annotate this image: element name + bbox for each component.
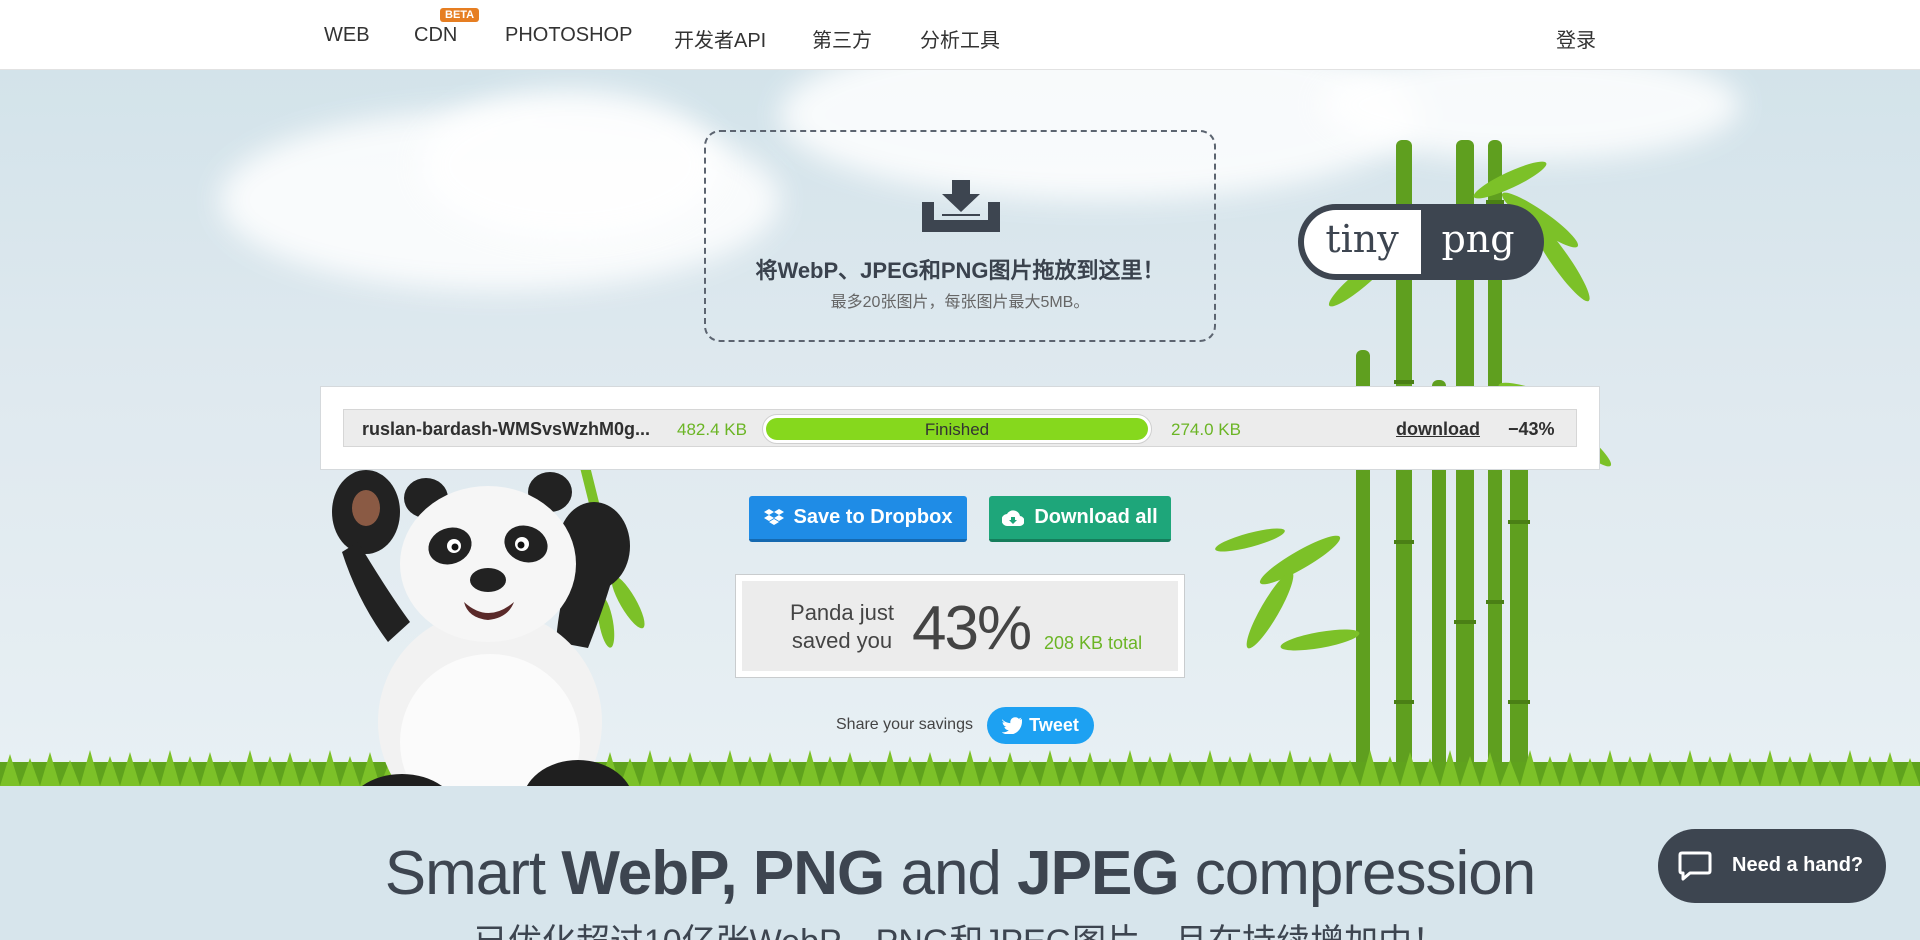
dropbox-icon [763, 508, 784, 525]
download-tray-icon [922, 180, 1000, 232]
savings-summary: Panda just saved you 43% 208 KB total [735, 574, 1185, 678]
top-navigation: WEB CDN BETA PHOTOSHOP 开发者API 第三方 分析工具 登… [0, 0, 1920, 70]
nav-item-developer-api[interactable]: 开发者API [674, 24, 766, 53]
nav-item-third-party[interactable]: 第三方 [812, 24, 872, 53]
tagline-part: compression [1178, 839, 1536, 908]
svg-text:tiny: tiny [1325, 217, 1399, 261]
tagline-part-bold: JPEG [1017, 839, 1179, 908]
tinypng-logo: tiny png [1298, 204, 1544, 280]
upload-dropzone[interactable]: 将WebP、JPEG和PNG图片拖放到这里！ 最多20张图片，每张图片最大5MB… [704, 130, 1216, 342]
twitter-bird-icon [1002, 717, 1023, 734]
progress-status: Finished [924, 420, 990, 439]
tagline-part-bold: WebP, PNG [561, 839, 885, 908]
results-panel: ruslan-bardash-WMSvsWzhM0g... 482.4 KB F… [320, 386, 1600, 470]
tweet-label: Tweet [1029, 715, 1079, 735]
tagline-part: and [884, 839, 1018, 908]
save-to-dropbox-button[interactable]: Save to Dropbox [749, 496, 967, 542]
download-all-button[interactable]: Download all [989, 496, 1171, 542]
tagline-section: Smart WebP, PNG and JPEG compression 已优化… [0, 786, 1920, 940]
sub-tagline: 已优化超过10亿张WebP、PNG和JPEG图片，且在持续增加中！ [0, 914, 1920, 940]
cloud-download-icon [1002, 509, 1025, 526]
cloud [420, 90, 720, 240]
login-link[interactable]: 登录 [1556, 24, 1596, 53]
beta-badge: BETA [440, 8, 480, 22]
savings-summary-inner: Panda just saved you 43% 208 KB total [742, 581, 1178, 671]
need-a-hand-chat-button[interactable]: Need a hand? [1658, 829, 1886, 903]
dropzone-subtitle: 最多20张图片，每张图片最大5MB。 [830, 294, 1090, 311]
file-name: ruslan-bardash-WMSvsWzhM0g... [362, 419, 651, 439]
svg-text:png: png [1441, 217, 1514, 261]
savings-percent-large: 43% [912, 594, 1032, 663]
dropzone-title: 将WebP、JPEG和PNG图片拖放到这里！ [755, 258, 1165, 283]
chat-bubble-icon [1678, 851, 1712, 881]
hero-section: 将WebP、JPEG和PNG图片拖放到这里！ 最多20张图片，每张图片最大5MB… [0, 70, 1920, 786]
saving-percent: −43% [1508, 419, 1555, 439]
savings-total: 208 KB total [1044, 633, 1143, 653]
grass-strip [0, 750, 1920, 786]
download-link[interactable]: download [1396, 419, 1480, 440]
savings-label: Panda just saved you [790, 600, 894, 653]
tagline-part: Smart [384, 839, 562, 908]
progress-bar: Finished [762, 414, 1152, 444]
download-all-label: Download all [1034, 506, 1158, 528]
panda-mascot [332, 453, 645, 786]
compressed-size: 274.0 KB [1171, 420, 1241, 439]
main-tagline: Smart WebP, PNG and JPEG compression [0, 838, 1920, 909]
nav-item-analytics[interactable]: 分析工具 [920, 24, 1000, 53]
tweet-button[interactable]: Tweet [987, 707, 1094, 744]
nav-item-photoshop[interactable]: PHOTOSHOP [505, 24, 632, 47]
nav-item-cdn[interactable]: CDN BETA [414, 8, 480, 47]
nav-item-web[interactable]: WEB [324, 24, 370, 47]
help-label: Need a hand? [1732, 854, 1864, 876]
file-row: ruslan-bardash-WMSvsWzhM0g... 482.4 KB F… [343, 409, 1577, 447]
original-size: 482.4 KB [677, 420, 747, 439]
dropbox-button-label: Save to Dropbox [793, 506, 953, 528]
share-label: Share your savings [836, 716, 973, 733]
